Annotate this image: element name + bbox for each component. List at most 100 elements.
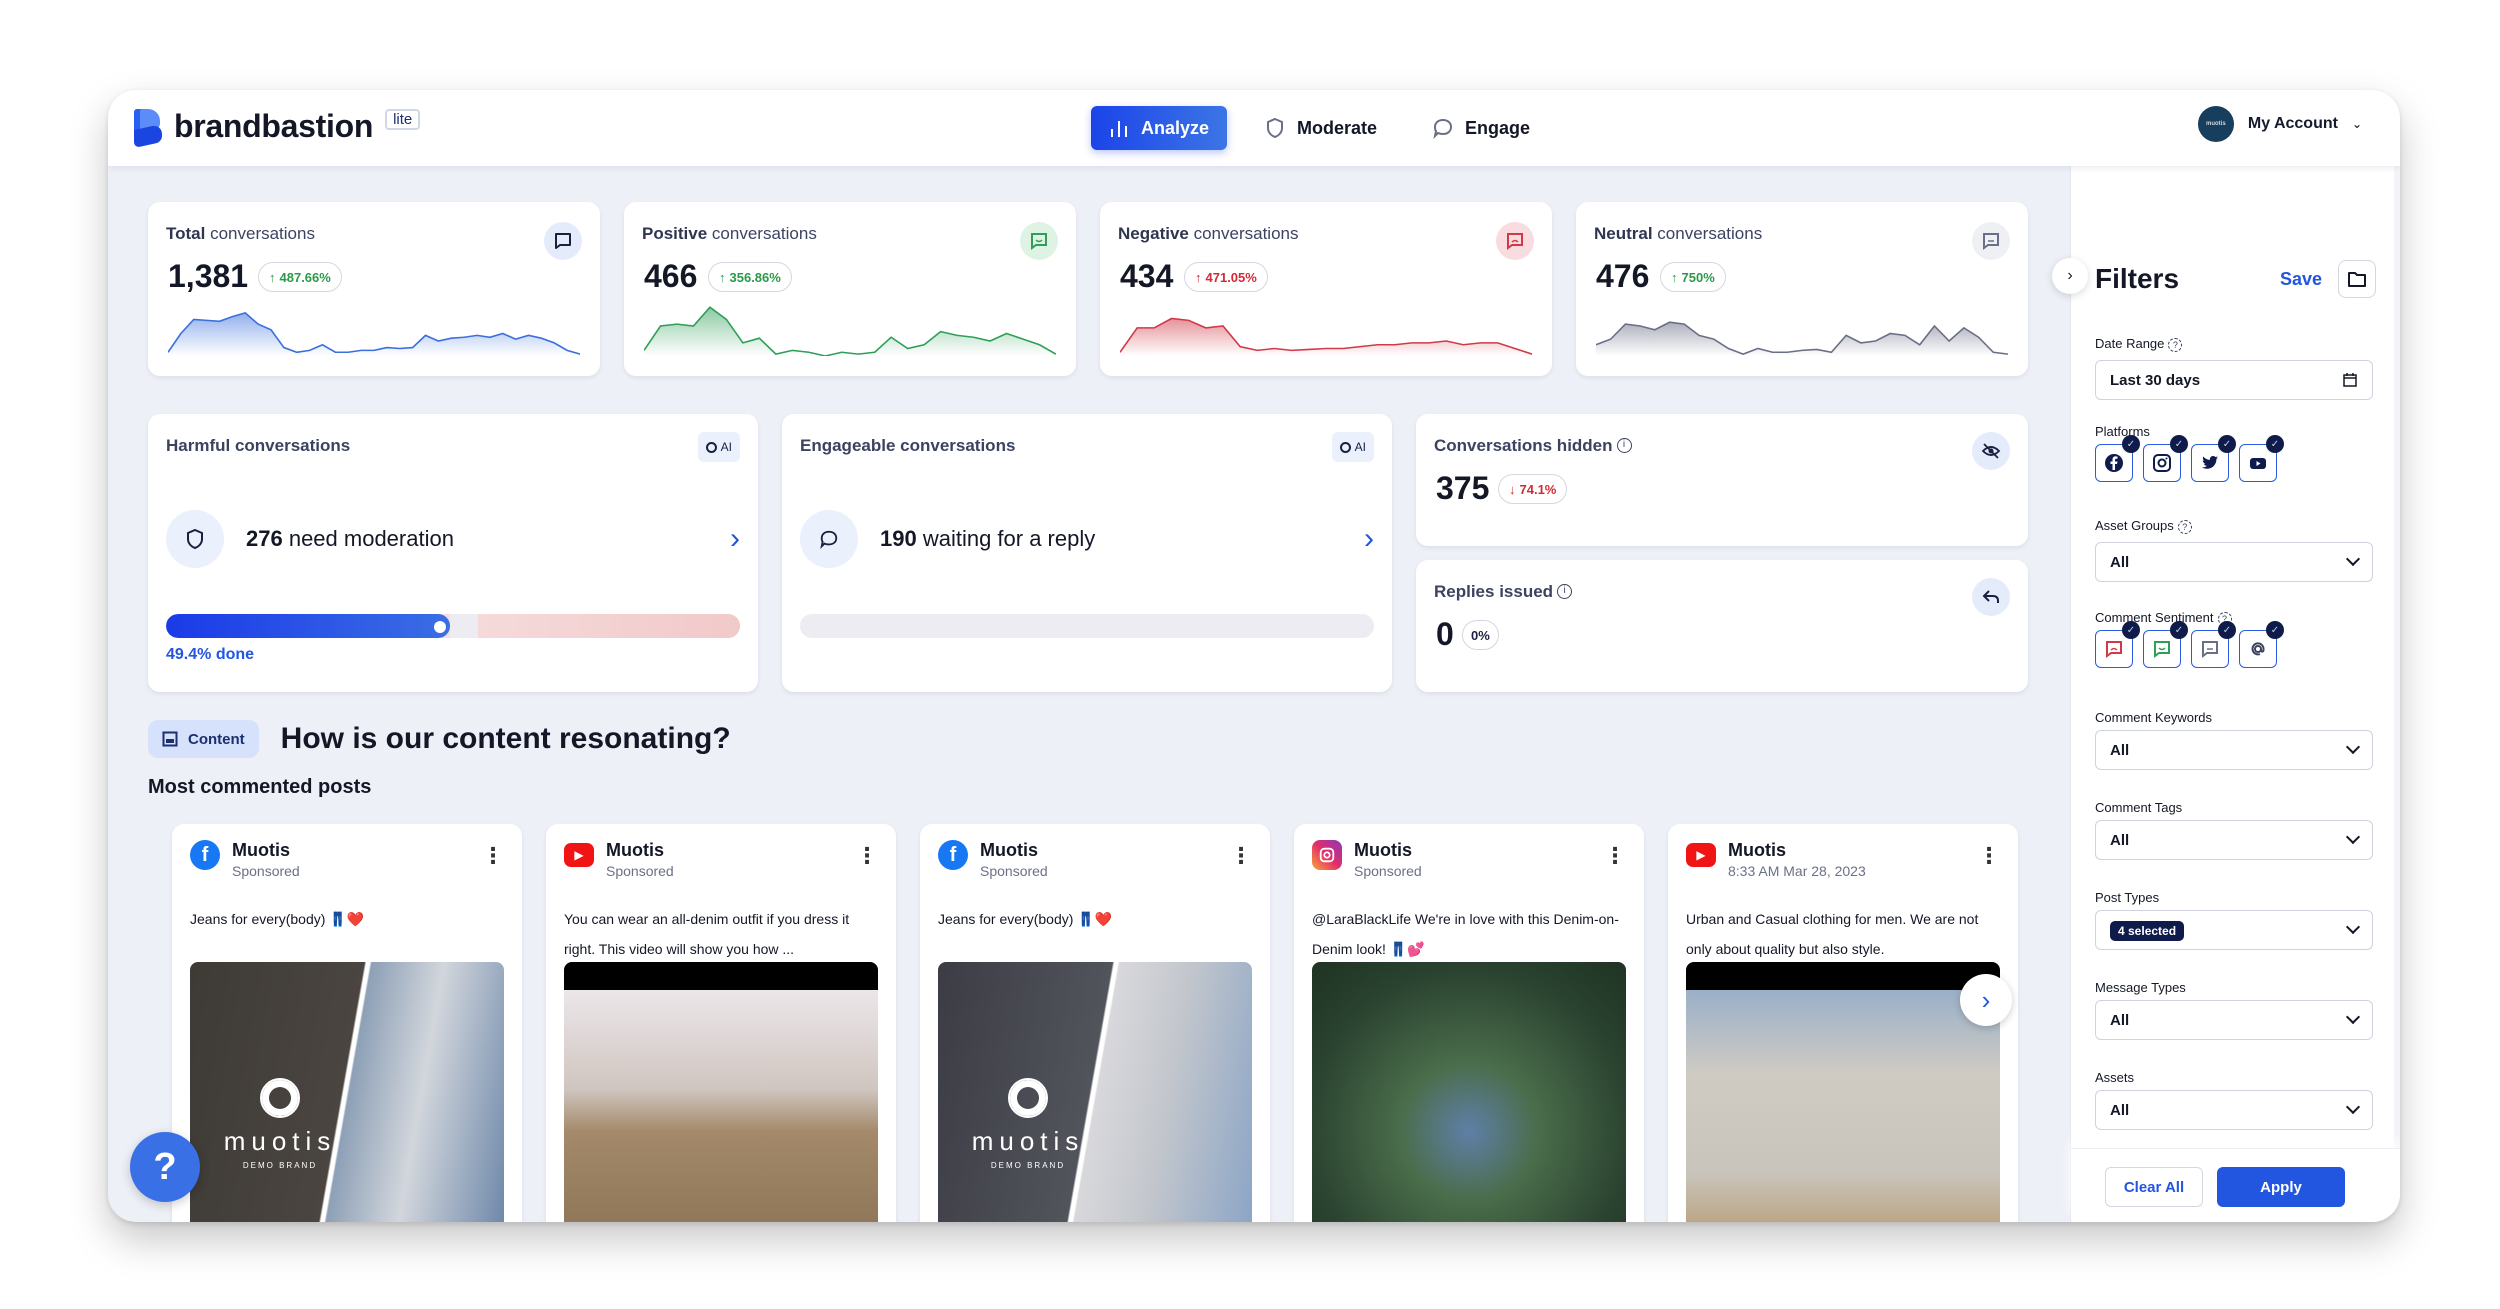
arrow-up-icon: ↑ [1671,269,1678,285]
post-brand: Muotis [232,840,290,860]
youtube-icon: ▶ [1686,843,1716,867]
sparkline [644,306,1056,356]
progress-knob [433,621,446,633]
avatar: muotis [2197,106,2234,142]
post-image: muotis DEMO BRAND [938,962,1252,1222]
assets-label: Assets [2095,1070,2135,1085]
post-meta: Sponsored [1354,863,1422,879]
more-options-icon[interactable]: ⋮ [1604,845,1626,867]
platform-chips: ✓ ✓ ✓ ✓ [2095,435,2284,482]
kpi-title: Positive conversations [642,224,817,243]
help-button[interactable]: ? [130,1132,200,1202]
post-card[interactable]: ▶ Muotis 8:33 AM Mar 28, 2023 ⋮ Urban and Ca… [1668,824,2018,1222]
change-badge: 0% [1462,620,1499,650]
post-text: Urban and Casual clothing for men. We ar… [1686,911,1979,957]
sentiment-neutral-toggle[interactable]: ✓ [2191,621,2236,668]
sentiment-negative-toggle[interactable]: ✓ [2095,621,2140,668]
asset-groups-label: Asset Groups? [2095,518,2192,534]
platform-facebook-toggle[interactable]: ✓ [2095,435,2140,482]
post-brand: Muotis [1728,840,1786,860]
arrow-up-icon: ↑ [269,269,276,285]
posts-carousel: f Muotis Sponsored ⋮ Jeans for every(body) 👖… [172,824,2028,1222]
clear-all-button[interactable]: Clear All [2105,1167,2203,1207]
more-options-icon[interactable]: ⋮ [856,845,878,867]
happy-chat-icon [1020,222,1058,260]
nav-analyze[interactable]: Analyze [1091,106,1228,150]
account-menu[interactable]: muotis My Account ⌄ [2197,106,2362,142]
sentiment-mention-toggle[interactable]: ✓ [2239,621,2284,668]
chevron-right-icon[interactable]: › [1364,522,1374,556]
chevron-right-icon[interactable]: › [730,522,740,556]
card-title: Engageable conversations [800,436,1016,455]
main-nav: Analyze Moderate Engage [1091,106,1548,150]
shield-icon [166,510,224,568]
save-filters-button[interactable]: Save [2280,269,2322,290]
check-icon: ✓ [2170,435,2188,453]
sentiment-positive-toggle[interactable]: ✓ [2143,621,2188,668]
kpi-title: Total conversations [166,224,315,243]
harmful-conversations-card: Harmful conversations AI 276 need modera… [148,414,758,692]
change-badge: ↑ 471.05% [1184,262,1268,292]
comment-keywords-select[interactable]: All [2095,730,2373,770]
post-text: Jeans for every(body) 👖❤️ [190,911,365,927]
brand-logo[interactable]: brandbastion lite [134,108,421,148]
post-card[interactable]: f Muotis Sponsored ⋮ Jeans for every(body) 👖… [172,824,522,1222]
more-options-icon[interactable]: ⋮ [1230,845,1252,867]
kpi-total-conversations[interactable]: Total conversations 1,381 ↑ 487.66% [148,202,600,376]
kpi-value: 466 [644,258,698,294]
kpi-positive-conversations[interactable]: Positive conversations 466 ↑ 356.86% [624,202,1076,376]
post-card[interactable]: Muotis Sponsored ⋮ @LaraBlackLife We're in … [1294,824,1644,1222]
sparkline-area [168,312,580,356]
message-types-select[interactable]: All [2095,1000,2373,1040]
progress-label: 49.4% done [166,646,255,663]
brand-rings-icon [1008,1078,1048,1118]
brand-rings-icon [260,1078,300,1118]
more-options-icon[interactable]: ⋮ [1978,845,2000,867]
post-types-label: Post Types [2095,890,2160,905]
sentiment-chips: ✓ ✓ ✓ ✓ [2095,621,2284,668]
twitter-icon [2202,456,2218,469]
post-image [564,962,878,1222]
post-card[interactable]: ▶ Muotis Sponsored ⋮ You can wear an all-den… [546,824,896,1222]
kpi-negative-conversations[interactable]: Negative conversations 434 ↑ 471.05% [1100,202,1552,376]
chevron-down-icon [2345,551,2361,567]
check-icon: ✓ [2266,435,2284,453]
chevron-down-icon [2345,1099,2361,1115]
sad-chat-icon [2106,641,2122,658]
help-icon: ? [2177,520,2192,534]
more-options-icon[interactable]: ⋮ [482,845,504,867]
platform-twitter-toggle[interactable]: ✓ [2191,435,2236,482]
platform-youtube-toggle[interactable]: ✓ [2239,435,2284,482]
need-moderation-row[interactable]: 276 need moderation › [166,510,740,568]
assets-select[interactable]: All [2095,1090,2373,1130]
post-image [1686,962,2000,1222]
facebook-icon: f [938,840,968,870]
post-brand: Muotis [1354,840,1412,860]
conversations-hidden-card: Conversations hidden i 375 ↓ 74.1% [1416,414,2028,546]
collapse-filters-button[interactable]: › [2052,258,2088,294]
brand-name: brandbastion [174,108,374,144]
eye-off-icon [1972,432,2010,470]
date-range-picker[interactable]: Last 30 days [2095,360,2373,400]
comment-tags-select[interactable]: All [2095,820,2373,860]
post-types-select[interactable]: 4 selected [2095,910,2373,950]
apply-button[interactable]: Apply [2217,1167,2345,1207]
change-badge: ↑ 356.86% [708,262,792,292]
platform-instagram-toggle[interactable]: ✓ [2143,435,2188,482]
asset-groups-select[interactable]: All [2095,542,2373,582]
saved-filters-button[interactable] [2338,260,2376,298]
nav-engage[interactable]: Engage [1415,106,1548,150]
post-card[interactable]: f Muotis Sponsored ⋮ Jeans for every(body) 👖… [920,824,1270,1222]
post-meta: 8:33 AM Mar 28, 2023 [1728,863,1866,879]
card-title: Conversations hidden i [1434,436,1632,456]
bar-chart-icon [1111,121,1127,137]
reply-icon [1972,578,2010,616]
post-text: @LaraBlackLife We're in love with this D… [1312,911,1619,957]
scrollbar[interactable] [2394,166,2400,1222]
carousel-next-button[interactable]: › [1960,974,2012,1026]
neutral-chat-icon [1972,222,2010,260]
kpi-neutral-conversations[interactable]: Neutral conversations 476 ↑ 750% [1576,202,2028,376]
waiting-reply-row[interactable]: 190 waiting for a reply › [800,510,1374,568]
change-badge: ↑ 750% [1660,262,1726,292]
nav-moderate[interactable]: Moderate [1247,106,1395,150]
